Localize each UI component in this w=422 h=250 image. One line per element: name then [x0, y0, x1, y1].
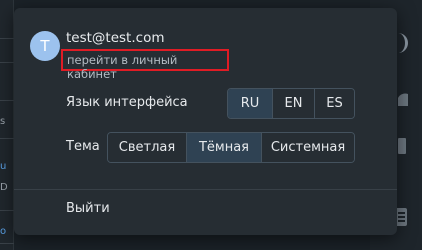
user-menu-popup: T test@test.com перейти в личный кабинет… [14, 8, 397, 235]
logout-button[interactable]: Выйти [66, 201, 110, 216]
theme-option-system[interactable]: Системная [261, 133, 354, 162]
divider [0, 38, 14, 39]
moon-icon[interactable] [396, 32, 410, 58]
language-selector: RU EN ES [227, 88, 355, 119]
background-link-fragment[interactable]: o [0, 226, 6, 237]
divider [0, 62, 14, 63]
language-option-en[interactable]: EN [272, 89, 314, 118]
avatar: T [30, 31, 60, 61]
theme-option-dark[interactable]: Тёмная [186, 133, 261, 162]
language-label: Язык интерфейса [66, 95, 188, 110]
language-option-es[interactable]: ES [314, 89, 354, 118]
background-text-fragment: s [0, 116, 6, 127]
divider [0, 243, 14, 244]
background-link-fragment[interactable]: u [0, 161, 6, 172]
theme-label: Тема [66, 139, 100, 154]
document-icon[interactable] [398, 138, 406, 158]
user-email: test@test.com [66, 30, 165, 46]
bell-icon[interactable] [398, 90, 408, 114]
personal-cabinet-link[interactable]: перейти в личный кабинет [61, 49, 229, 81]
divider [0, 138, 14, 139]
menu-divider [14, 189, 397, 190]
theme-selector: Светлая Тёмная Системная [107, 132, 355, 163]
background-text-fragment: D [0, 182, 8, 193]
theme-option-light[interactable]: Светлая [108, 133, 186, 162]
language-option-ru[interactable]: RU [228, 89, 272, 118]
divider [0, 100, 14, 101]
divider [0, 210, 14, 211]
background-left-panel: s u D o [0, 0, 14, 250]
